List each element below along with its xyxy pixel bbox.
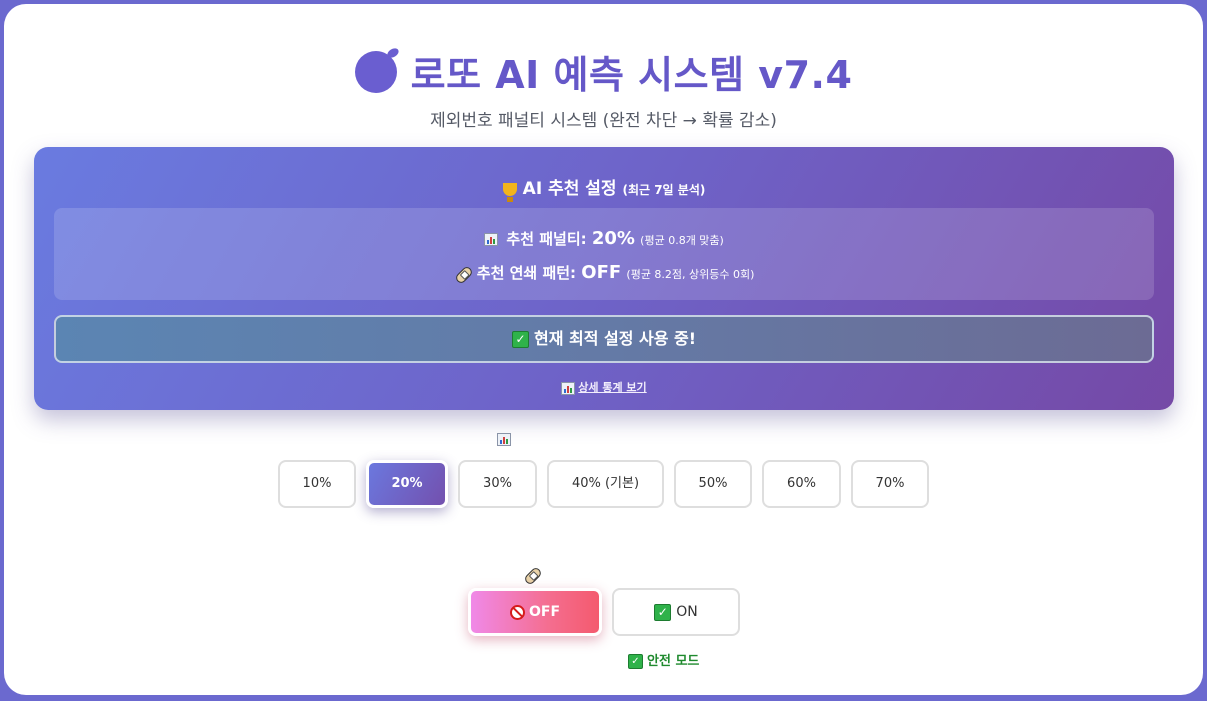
penalty-option-40-default[interactable]: 40% (기본) <box>547 460 664 508</box>
safe-mode-label: 안전 모드 <box>647 654 700 669</box>
penalty-option-10[interactable]: 10% <box>278 460 356 508</box>
recommended-penalty-note: (평균 0.8개 맞춤) <box>640 234 724 247</box>
recommended-penalty-label: 추천 패널티: <box>506 230 592 248</box>
main-card: 로또 AI 예측 시스템 v7.4 제외번호 패널티 시스템 (완전 차단 → … <box>4 4 1203 695</box>
pattern-off-label: OFF <box>528 604 561 620</box>
page-title: 로또 AI 예측 시스템 v7.4 <box>410 53 853 97</box>
recommendation-details: 추천 패널티: 20% (평균 0.8개 맞춤) 추천 연쇄 패턴: OFF (… <box>54 208 1154 300</box>
recommended-pattern-label: 추천 연쇄 패턴: <box>476 264 582 282</box>
check-mark-icon: ✓ <box>654 603 672 621</box>
penalty-section-label <box>4 432 1203 447</box>
bandage-icon <box>523 566 543 586</box>
recommended-penalty-line: 추천 패널티: 20% (평균 0.8개 맞춤) <box>54 228 1154 249</box>
bar-chart-icon <box>484 233 499 246</box>
recommended-pattern-value: OFF <box>581 262 622 283</box>
detailed-stats-link-text[interactable]: 상세 통계 보기 <box>578 381 646 394</box>
page-subtitle: 제외번호 패널티 시스템 (완전 차단 → 확률 감소) <box>430 111 777 131</box>
penalty-option-50[interactable]: 50% <box>674 460 752 508</box>
penalty-option-70[interactable]: 70% <box>851 460 929 508</box>
detailed-stats-link[interactable]: 상세 통계 보기 <box>34 379 1174 395</box>
bandage-icon <box>453 264 474 285</box>
optimal-settings-status-button[interactable]: ✓ 현재 최적 설정 사용 중! <box>54 315 1154 363</box>
optimal-settings-status-text: 현재 최적 설정 사용 중! <box>533 329 697 348</box>
recommended-penalty-value: 20% <box>591 228 635 249</box>
check-mark-icon: ✓ <box>511 331 529 348</box>
check-mark-icon: ✓ <box>628 654 643 669</box>
safe-mode-indicator: ✓ 안전 모드 <box>628 650 699 669</box>
recommended-pattern-note: (평균 8.2점, 상위등수 0회) <box>626 268 755 281</box>
title-row: 로또 AI 예측 시스템 v7.4 <box>4 44 1203 97</box>
pattern-on-label: ON <box>676 604 698 620</box>
bar-chart-icon <box>497 433 511 446</box>
pattern-off-button[interactable]: OFF <box>468 588 602 636</box>
recommendation-panel: AI 추천 설정 (최근 7일 분석) 추천 패널티: 20% (평균 0.8개… <box>34 147 1174 410</box>
recommendation-heading: AI 추천 설정 (최근 7일 분석) <box>34 174 1174 202</box>
recommendation-heading-sub: (최근 7일 분석) <box>622 183 706 197</box>
bar-chart-icon <box>561 381 576 395</box>
penalty-option-20[interactable]: 20% <box>366 460 448 508</box>
pattern-on-button[interactable]: ✓ ON <box>612 588 740 636</box>
trophy-icon <box>502 182 517 202</box>
apple-icon <box>354 50 397 93</box>
prohibited-icon <box>509 604 525 620</box>
recommended-pattern-line: 추천 연쇄 패턴: OFF (평균 8.2점, 상위등수 0회) <box>54 262 1154 285</box>
recommendation-heading-text: AI 추천 설정 <box>522 179 617 199</box>
penalty-option-30[interactable]: 30% <box>458 460 537 508</box>
penalty-option-60[interactable]: 60% <box>762 460 841 508</box>
